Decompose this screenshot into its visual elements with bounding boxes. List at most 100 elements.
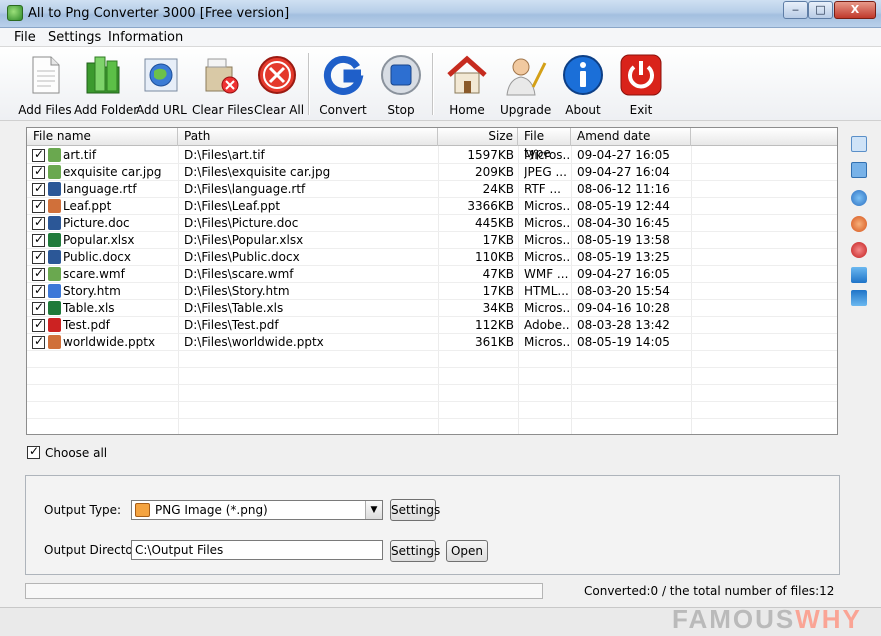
convert-label: Convert bbox=[319, 103, 367, 117]
home-label: Home bbox=[449, 103, 485, 117]
row-checkbox[interactable] bbox=[32, 215, 45, 230]
type-settings-button[interactable]: Settings bbox=[390, 499, 440, 521]
table-row[interactable]: Table.xls D:\Files\Table.xls 34KB Micros...… bbox=[27, 300, 837, 317]
column-size[interactable]: Size bbox=[438, 128, 518, 146]
menu-settings[interactable]: Settings bbox=[48, 30, 101, 45]
close-button[interactable]: X bbox=[834, 1, 876, 19]
column-file-name[interactable]: File name bbox=[27, 128, 178, 146]
table-row[interactable]: language.rtf D:\Files\language.rtf 24KB RTF… bbox=[27, 181, 837, 198]
list-view-icon[interactable] bbox=[851, 136, 867, 152]
open-button[interactable]: Open bbox=[446, 540, 488, 562]
file-type-icon bbox=[48, 267, 61, 281]
column-amend-date[interactable]: Amend date bbox=[571, 128, 691, 146]
delete-icon[interactable] bbox=[851, 242, 867, 258]
add-files-label: Add Files bbox=[18, 103, 72, 117]
file-type-cell: Micros... bbox=[524, 335, 570, 349]
convert-button[interactable]: Convert bbox=[318, 51, 368, 117]
table-row[interactable]: Popular.xlsx D:\Files\Popular.xlsx 17KB Mic… bbox=[27, 232, 837, 249]
clear-all-button[interactable]: Clear All bbox=[254, 51, 304, 117]
output-directory-field[interactable]: C:\Output Files bbox=[131, 540, 383, 560]
amend-date-cell: 08-06-12 11:16 bbox=[577, 182, 670, 196]
column-path[interactable]: Path bbox=[178, 128, 438, 146]
exit-button[interactable]: Exit bbox=[616, 51, 666, 117]
empty-row bbox=[27, 351, 837, 368]
table-row[interactable]: Test.pdf D:\Files\Test.pdf 112KB Adobe... 08… bbox=[27, 317, 837, 334]
progress-bar bbox=[25, 583, 543, 599]
clear-all-icon bbox=[258, 56, 296, 94]
size-cell: 1597KB bbox=[467, 148, 514, 162]
row-checkbox[interactable] bbox=[32, 334, 45, 349]
path-cell: D:\Files\Test.pdf bbox=[184, 318, 279, 332]
size-cell: 110KB bbox=[474, 250, 514, 264]
watermark: FAMOUSWHY bbox=[672, 604, 862, 634]
size-cell: 17KB bbox=[482, 233, 514, 247]
row-checkbox[interactable] bbox=[32, 198, 45, 213]
table-row[interactable]: scare.wmf D:\Files\scare.wmf 47KB WMF ... 09… bbox=[27, 266, 837, 283]
row-checkbox[interactable] bbox=[32, 164, 45, 179]
file-type-icon bbox=[48, 301, 61, 315]
menu-file[interactable]: File bbox=[14, 30, 36, 45]
size-cell: 24KB bbox=[482, 182, 514, 196]
add-url-button[interactable]: Add URL bbox=[136, 51, 187, 117]
add-files-button[interactable]: Add Files bbox=[18, 51, 72, 117]
file-type-icon bbox=[48, 284, 61, 298]
row-checkbox[interactable] bbox=[32, 181, 45, 196]
table-row[interactable]: Public.docx D:\Files\Public.docx 110KB Micr… bbox=[27, 249, 837, 266]
file-type-cell: Micros... bbox=[524, 199, 570, 213]
table-row[interactable]: worldwide.pptx D:\Files\worldwide.pptx 361… bbox=[27, 334, 837, 351]
list-header: File name Path Size File type Amend date bbox=[27, 128, 837, 160]
amend-date-cell: 08-03-20 15:54 bbox=[577, 284, 670, 298]
table-row[interactable]: Picture.doc D:\Files\Picture.doc 445KB Micr… bbox=[27, 215, 837, 232]
about-button[interactable]: About bbox=[558, 51, 608, 117]
row-checkbox[interactable] bbox=[32, 232, 45, 247]
globe-side-icon[interactable] bbox=[851, 190, 867, 206]
amend-date-cell: 08-04-30 16:45 bbox=[577, 216, 670, 230]
app-icon bbox=[7, 5, 23, 21]
file-name-cell: language.rtf bbox=[63, 182, 137, 196]
row-checkbox[interactable] bbox=[32, 249, 45, 264]
path-cell: D:\Files\Picture.doc bbox=[184, 216, 299, 230]
output-type-select[interactable]: PNG Image (*.png) ▼ bbox=[131, 500, 383, 520]
column-file-type[interactable]: File type bbox=[518, 128, 571, 160]
window-title: All to Png Converter 3000 [Free version] bbox=[28, 6, 290, 21]
add-folder-side-icon[interactable] bbox=[851, 162, 867, 178]
amend-date-cell: 09-04-27 16:04 bbox=[577, 165, 670, 179]
empty-row bbox=[27, 419, 837, 434]
home-button[interactable]: Home bbox=[442, 51, 492, 117]
file-name-cell: Test.pdf bbox=[63, 318, 110, 332]
move-up-icon[interactable] bbox=[851, 267, 867, 283]
row-checkbox[interactable] bbox=[32, 283, 45, 298]
clear-files-button[interactable]: Clear Files bbox=[192, 51, 254, 117]
choose-all-checkbox[interactable] bbox=[27, 444, 40, 459]
file-type-icon bbox=[48, 216, 61, 230]
menu-bar: File Settings Information bbox=[0, 28, 881, 47]
row-checkbox[interactable] bbox=[32, 147, 45, 162]
chevron-down-icon[interactable]: ▼ bbox=[365, 501, 382, 519]
row-checkbox[interactable] bbox=[32, 266, 45, 281]
file-type-cell: Adobe... bbox=[524, 318, 570, 332]
size-cell: 47KB bbox=[482, 267, 514, 281]
file-type-cell: Micros... bbox=[524, 216, 570, 230]
path-cell: D:\Files\art.tif bbox=[184, 148, 265, 162]
table-row[interactable]: art.tif D:\Files\art.tif 1597KB Micros... 09… bbox=[27, 147, 837, 164]
exit-label: Exit bbox=[629, 103, 653, 117]
upgrade-button[interactable]: Upgrade bbox=[500, 51, 551, 117]
stop-button[interactable]: Stop bbox=[376, 51, 426, 117]
table-row[interactable]: Leaf.ppt D:\Files\Leaf.ppt 3366KB Micros...… bbox=[27, 198, 837, 215]
directory-settings-button[interactable]: Settings bbox=[390, 540, 440, 562]
row-checkbox[interactable] bbox=[32, 317, 45, 332]
row-checkbox[interactable] bbox=[32, 300, 45, 315]
table-row[interactable]: exquisite car.jpg D:\Files\exquisite car.… bbox=[27, 164, 837, 181]
maximize-button[interactable]: □ bbox=[808, 1, 833, 19]
file-list[interactable]: File name Path Size File type Amend date… bbox=[26, 127, 838, 435]
add-folder-button[interactable]: Add Folder bbox=[74, 51, 138, 117]
minimize-button[interactable]: ‒ bbox=[783, 1, 808, 19]
path-cell: D:\Files\Leaf.ppt bbox=[184, 199, 281, 213]
file-type-cell: WMF ... bbox=[524, 267, 569, 281]
move-down-icon[interactable] bbox=[851, 290, 867, 306]
table-row[interactable]: Story.htm D:\Files\Story.htm 17KB HTML... 08… bbox=[27, 283, 837, 300]
remove-icon[interactable] bbox=[851, 216, 867, 232]
path-cell: D:\Files\exquisite car.jpg bbox=[184, 165, 331, 179]
size-cell: 445KB bbox=[474, 216, 514, 230]
menu-information[interactable]: Information bbox=[108, 30, 183, 45]
